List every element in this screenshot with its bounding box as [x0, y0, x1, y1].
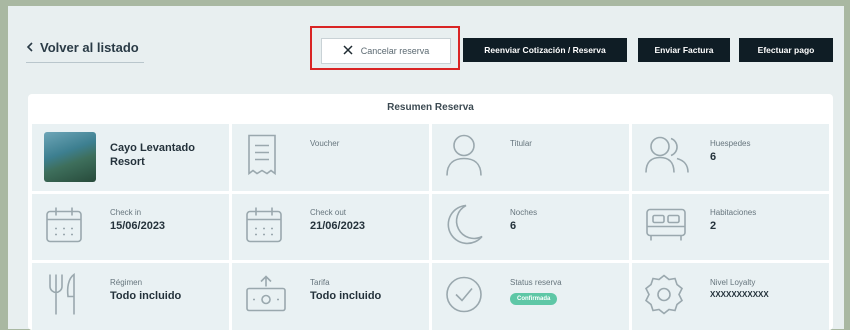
- loyalty-cell: Nivel Loyalty XXXXXXXXXXX: [632, 263, 829, 330]
- user-icon: [444, 133, 484, 182]
- nights-value: 6: [510, 220, 517, 233]
- regime-cell: Régimen Todo incluido: [32, 263, 229, 330]
- make-payment-button[interactable]: Efectuar pago: [739, 38, 833, 62]
- reservation-summary-card: Resumen Reserva Cayo Levantado Resort Vo…: [28, 94, 833, 330]
- back-to-list-link[interactable]: Volver al listado: [26, 40, 139, 55]
- status-badge: Confirmada: [510, 292, 558, 305]
- loyalty-label: Nivel Loyalty: [710, 277, 756, 287]
- guests-label: Huespedes: [710, 138, 751, 148]
- regime-label: Régimen: [110, 277, 143, 287]
- checkout-value: 21/06/2023: [310, 220, 366, 233]
- checkin-cell: Check in 15/06/2023: [32, 193, 229, 261]
- loyalty-value: XXXXXXXXXXX: [710, 289, 769, 299]
- rooms-cell: Habitaciones 2: [632, 193, 829, 261]
- hotel-thumbnail: [44, 132, 96, 183]
- guests-value: 6: [710, 150, 717, 163]
- guests-cell: Huespedes 6: [632, 124, 829, 191]
- hotel-name: Cayo Levantado Resort: [110, 141, 195, 169]
- titular-cell: Titular: [432, 124, 629, 191]
- hotel-name-line2: Resort: [110, 156, 145, 169]
- nights-cell: Noches 6: [432, 193, 629, 261]
- cancel-button-label: Cancelar reserva: [360, 46, 430, 56]
- checkin-value: 15/06/2023: [110, 220, 166, 233]
- nights-label: Noches: [510, 208, 538, 218]
- hotel-cell: Cayo Levantado Resort: [32, 124, 229, 191]
- summary-grid: Cayo Levantado Resort Voucher Titular Hu…: [32, 124, 829, 330]
- status-cell: Status reserva Confirmada: [432, 263, 629, 330]
- badge-icon: [644, 273, 684, 320]
- calendar-icon: [244, 204, 284, 249]
- checkout-label: Check out: [310, 208, 347, 218]
- tariff-label: Tarifa: [310, 277, 330, 287]
- bed-icon: [644, 206, 688, 247]
- top-bar: Volver al listado Cancelar reserva Reenv…: [8, 6, 844, 86]
- receipt-icon: [244, 134, 280, 181]
- calendar-icon: [44, 204, 84, 249]
- page-frame: Volver al listado Cancelar reserva Reenv…: [8, 6, 844, 330]
- status-label: Status reserva: [510, 277, 562, 287]
- check-circle-icon: [444, 274, 484, 319]
- tariff-value: Todo incluido: [310, 289, 382, 302]
- cutlery-icon: [44, 272, 84, 321]
- checkout-cell: Check out 21/06/2023: [232, 193, 429, 261]
- users-icon: [644, 135, 690, 180]
- regime-value: Todo incluido: [110, 289, 182, 302]
- voucher-label: Voucher: [310, 138, 340, 148]
- back-link-label: Volver al listado: [40, 40, 139, 55]
- money-upload-icon: [244, 274, 288, 319]
- cancel-reservation-button[interactable]: Cancelar reserva: [321, 38, 451, 64]
- resend-quote-button[interactable]: Reenviar Cotización / Reserva: [463, 38, 627, 62]
- titular-label: Titular: [510, 138, 532, 148]
- summary-title: Resumen Reserva: [387, 101, 474, 113]
- send-invoice-button[interactable]: Enviar Factura: [638, 38, 730, 62]
- tariff-cell: Tarifa Todo incluido: [232, 263, 429, 330]
- close-icon: [343, 45, 353, 57]
- rooms-value: 2: [710, 220, 717, 233]
- checkin-label: Check in: [110, 208, 142, 218]
- back-link-underline: [26, 62, 144, 63]
- chevron-left-icon: [26, 40, 34, 55]
- rooms-label: Habitaciones: [710, 208, 757, 218]
- voucher-cell[interactable]: Voucher: [232, 124, 429, 191]
- moon-icon: [444, 202, 484, 251]
- hotel-name-line1: Cayo Levantado: [110, 142, 195, 155]
